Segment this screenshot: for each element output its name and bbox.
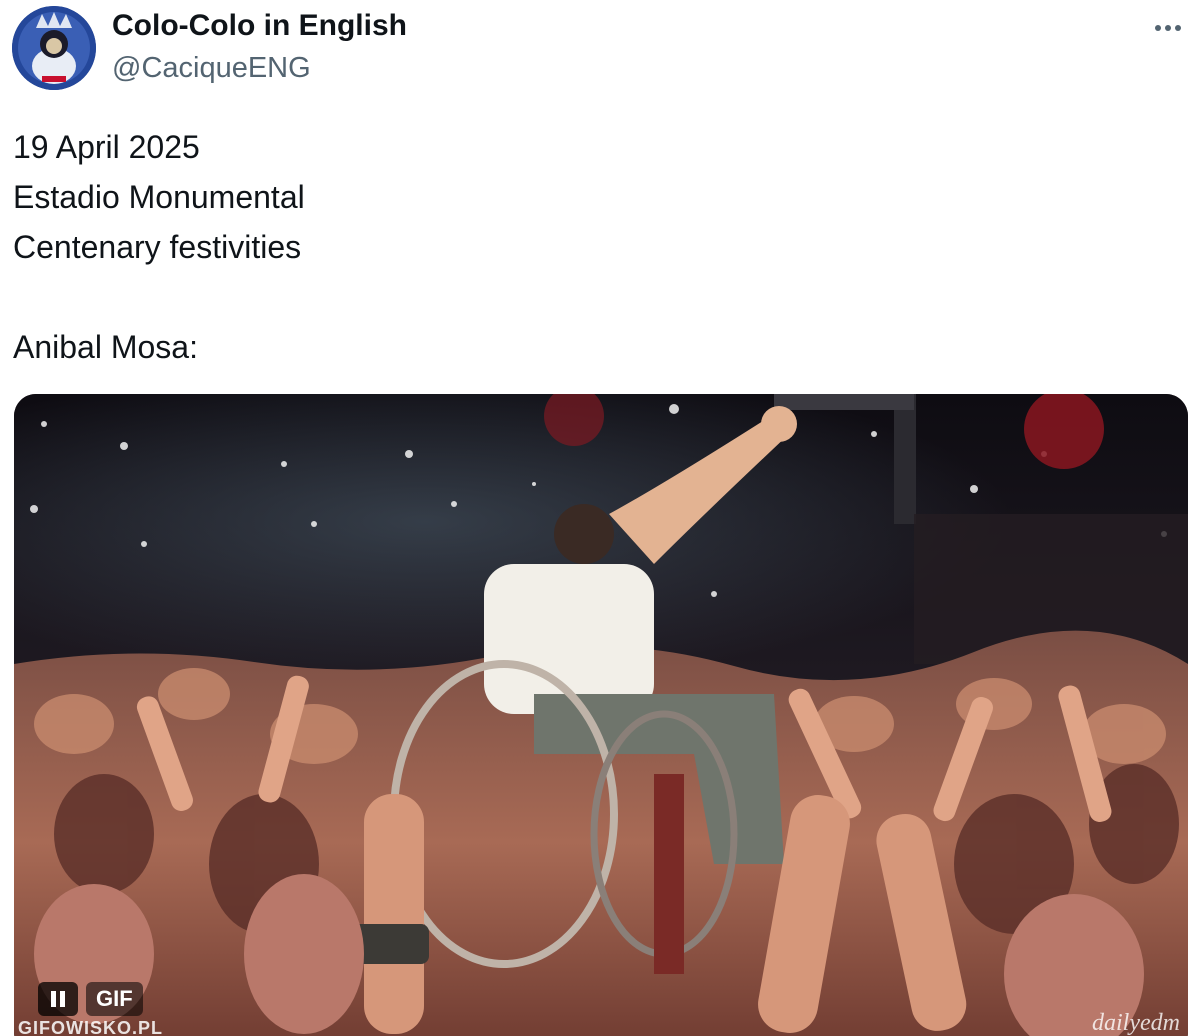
author-avatar[interactable] <box>12 6 96 90</box>
pause-button[interactable] <box>38 982 78 1016</box>
tweet-text-blank-line <box>13 272 305 322</box>
club-mascot-avatar-icon <box>12 6 96 90</box>
gif-frame-image <box>14 394 1188 1036</box>
gif-watermark-left: GIFOWISKO.PL <box>18 1018 163 1036</box>
tweet-text-line: Estadio Monumental <box>13 179 305 215</box>
more-horizontal-icon <box>1155 25 1181 31</box>
author-handle[interactable]: @CaciqueENG <box>112 50 311 86</box>
gif-controls: GIF <box>38 982 143 1016</box>
tweet-text-line: Anibal Mosa: <box>13 329 198 365</box>
tweet-media-gif[interactable]: GIF GIFOWISKO.PL dailyedm <box>14 394 1188 1036</box>
more-options-button[interactable] <box>1146 10 1190 46</box>
tweet-text-line: Centenary festivities <box>13 229 302 265</box>
tweet-text: 19 April 2025 Estadio Monumental Centena… <box>13 122 305 372</box>
author-display-name[interactable]: Colo-Colo in English <box>112 8 407 44</box>
gif-watermark-right: dailyedm <box>1092 1010 1180 1036</box>
gif-badge: GIF <box>86 982 143 1016</box>
pause-icon <box>49 991 67 1007</box>
tweet-text-line: 19 April 2025 <box>13 129 200 165</box>
